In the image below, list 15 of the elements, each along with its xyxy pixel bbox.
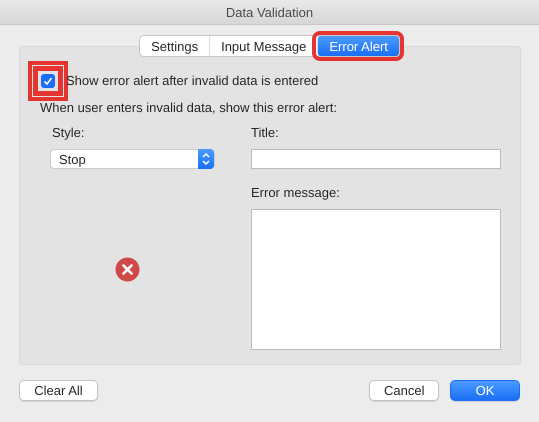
checkbox[interactable]: [41, 74, 55, 88]
style-label: Style:: [52, 125, 86, 141]
tab[interactable]: Settings: [140, 36, 210, 56]
stepper-icon: [198, 149, 214, 169]
instruction-text: When user enters invalid data, show this error alert:: [40, 100, 338, 115]
cancel-button[interactable]: Cancel: [369, 380, 439, 401]
clear-all-button[interactable]: Clear All: [19, 380, 98, 401]
ok-button[interactable]: OK: [450, 380, 520, 401]
error-message-field[interactable]: [251, 209, 501, 350]
title-field[interactable]: [251, 149, 501, 169]
style-dropdown[interactable]: Stop: [50, 149, 215, 169]
error-message-label: Error message:: [251, 185, 341, 201]
window-title: Data Validation: [226, 4, 314, 20]
title-label: Title:: [251, 125, 280, 141]
stop-icon: [115, 257, 140, 282]
